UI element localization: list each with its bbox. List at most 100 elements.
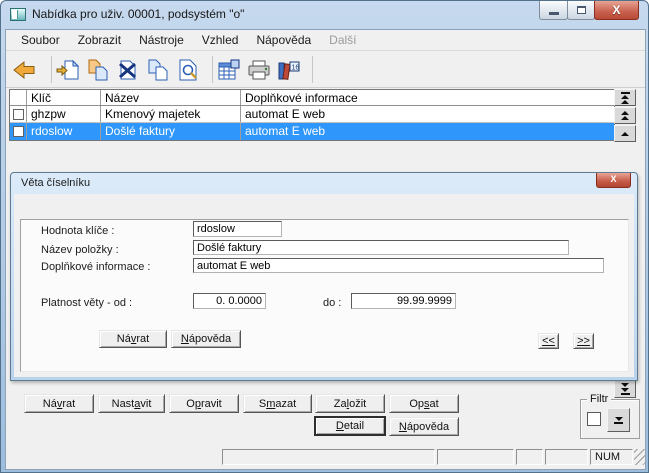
maximize-button[interactable] — [567, 1, 595, 20]
scroll-first-button[interactable] — [614, 89, 636, 106]
row-checkbox[interactable] — [13, 109, 24, 120]
books-16-icon: 16 — [277, 59, 301, 81]
menu-soubor[interactable]: Soubor — [12, 30, 69, 50]
cell-info: automat E web — [241, 123, 614, 140]
menu-zobrazit[interactable]: Zobrazit — [69, 30, 130, 50]
menu-napoveda[interactable]: Nápověda — [247, 30, 320, 50]
item-name-input[interactable] — [193, 240, 569, 255]
minimize-button[interactable] — [539, 1, 568, 20]
key-value-label: Hodnota klíče : — [41, 225, 114, 237]
print-button[interactable] — [246, 57, 272, 83]
grid-header-row: Klíč Název Doplňkové informace — [10, 90, 614, 106]
zalozit-button[interactable]: Založit — [315, 394, 385, 413]
navrat-button[interactable]: Návrat — [24, 394, 94, 413]
toolbar-separator — [51, 56, 52, 83]
scroll-last-icon — [621, 383, 629, 387]
next-record-button[interactable]: >> — [573, 333, 594, 349]
app-window: Nabídka pro uživ. 00001, podsystém "o" X… — [0, 0, 649, 473]
chevron-down-icon — [615, 417, 623, 421]
veta-ciselniku-dialog: Věta číselníku X Hodnota klíče : Název p… — [10, 172, 638, 381]
status-panel — [545, 449, 588, 465]
extra-info-input[interactable] — [193, 258, 604, 273]
preview-icon — [176, 59, 200, 81]
duplicate-record-button[interactable] — [145, 57, 171, 83]
title-bar[interactable]: Nabídka pro uživ. 00001, podsystém "o" X — [1, 1, 648, 28]
delete-record-button[interactable] — [115, 57, 141, 83]
row-checkbox[interactable] — [13, 126, 24, 137]
scroll-last-button[interactable] — [614, 379, 636, 398]
delete-record-icon — [116, 59, 140, 81]
num-lock-indicator: NUM — [590, 449, 633, 465]
toolbar: 16 — [6, 52, 645, 88]
cell-info: automat E web — [241, 106, 614, 122]
svg-text:16: 16 — [292, 65, 300, 72]
item-name-label: Název položky : — [41, 244, 119, 256]
cell-key: rdoslow — [27, 123, 101, 140]
copy-record-icon — [86, 59, 110, 81]
extra-info-label: Doplňkové informace : — [41, 261, 150, 273]
table-row[interactable]: ghzpw Kmenový majetek automat E web — [10, 106, 614, 123]
print-icon — [247, 59, 271, 81]
filter-group: Filtr — [580, 399, 640, 439]
table-calc-button[interactable] — [216, 57, 242, 83]
duplicate-record-icon — [146, 59, 170, 81]
books-16-button[interactable]: 16 — [276, 57, 302, 83]
grid-header-select — [10, 90, 27, 105]
dialog-navrat-button[interactable]: Návrat — [99, 330, 167, 348]
grid-header-info[interactable]: Doplňkové informace — [241, 90, 614, 105]
validity-from-input[interactable] — [193, 293, 266, 309]
grid-header-key[interactable]: Klíč — [27, 90, 101, 105]
toolbar-separator — [212, 56, 213, 83]
client-area: Soubor Zobrazit Nástroje Vzhled Nápověda… — [5, 29, 646, 470]
scroll-pageup-button[interactable] — [614, 107, 636, 124]
key-value-input[interactable] — [193, 221, 282, 237]
status-panel — [437, 449, 514, 465]
menu-nastroje[interactable]: Nástroje — [130, 30, 193, 50]
filter-label: Filtr — [587, 393, 611, 405]
back-button[interactable] — [11, 57, 37, 83]
goto-record-icon — [56, 59, 80, 81]
status-panel — [516, 449, 543, 465]
grid-header-name[interactable]: Název — [101, 90, 241, 105]
close-icon: X — [610, 174, 616, 184]
status-panel — [222, 449, 435, 465]
opsat-button[interactable]: Opsat — [389, 394, 459, 413]
toolbar-separator — [312, 56, 313, 83]
close-button[interactable]: X — [594, 1, 639, 20]
filter-dropdown-button[interactable] — [607, 408, 630, 432]
dialog-close-button[interactable]: X — [596, 173, 631, 188]
resize-grip[interactable] — [634, 449, 646, 465]
app-icon — [10, 8, 26, 21]
smazat-button[interactable]: Smazat — [243, 394, 312, 413]
close-icon: X — [612, 3, 620, 17]
menu-vzhled[interactable]: Vzhled — [193, 30, 248, 50]
scroll-first-icon — [621, 92, 630, 94]
dialog-napoveda-button[interactable]: Nápověda — [171, 330, 241, 348]
validity-to-input[interactable] — [351, 293, 456, 309]
goto-record-button[interactable] — [55, 57, 81, 83]
detail-button[interactable]: Detail — [314, 416, 386, 436]
validity-label: Platnost věty - od : — [41, 297, 132, 309]
copy-record-button[interactable] — [85, 57, 111, 83]
menu-bar: Soubor Zobrazit Nástroje Vzhled Nápověda… — [6, 30, 645, 51]
filter-checkbox[interactable] — [587, 412, 601, 426]
window-title: Nabídka pro uživ. 00001, podsystém "o" — [32, 7, 244, 21]
menu-dalsi: Další — [320, 30, 365, 50]
previous-record-button[interactable]: << — [538, 333, 559, 349]
up-icon — [621, 132, 629, 136]
nastavit-button[interactable]: Nastavit — [98, 394, 165, 413]
table-calc-icon — [217, 59, 241, 81]
cell-name: Kmenový majetek — [101, 106, 241, 122]
table-row-selected[interactable]: rdoslow Došlé faktury automat E web — [10, 123, 614, 140]
validity-do-label: do : — [323, 297, 341, 309]
cell-name: Došlé faktury — [101, 123, 241, 140]
opravit-button[interactable]: Opravit — [169, 394, 239, 413]
cell-key: ghzpw — [27, 106, 101, 122]
napoveda-button[interactable]: Nápověda — [389, 417, 459, 436]
minimize-icon — [549, 12, 559, 15]
records-grid: Klíč Název Doplňkové informace ghzpw Kme… — [9, 89, 615, 141]
scroll-up-button[interactable] — [614, 125, 636, 142]
maximize-icon — [577, 6, 586, 14]
back-icon — [12, 59, 36, 81]
preview-button[interactable] — [175, 57, 201, 83]
